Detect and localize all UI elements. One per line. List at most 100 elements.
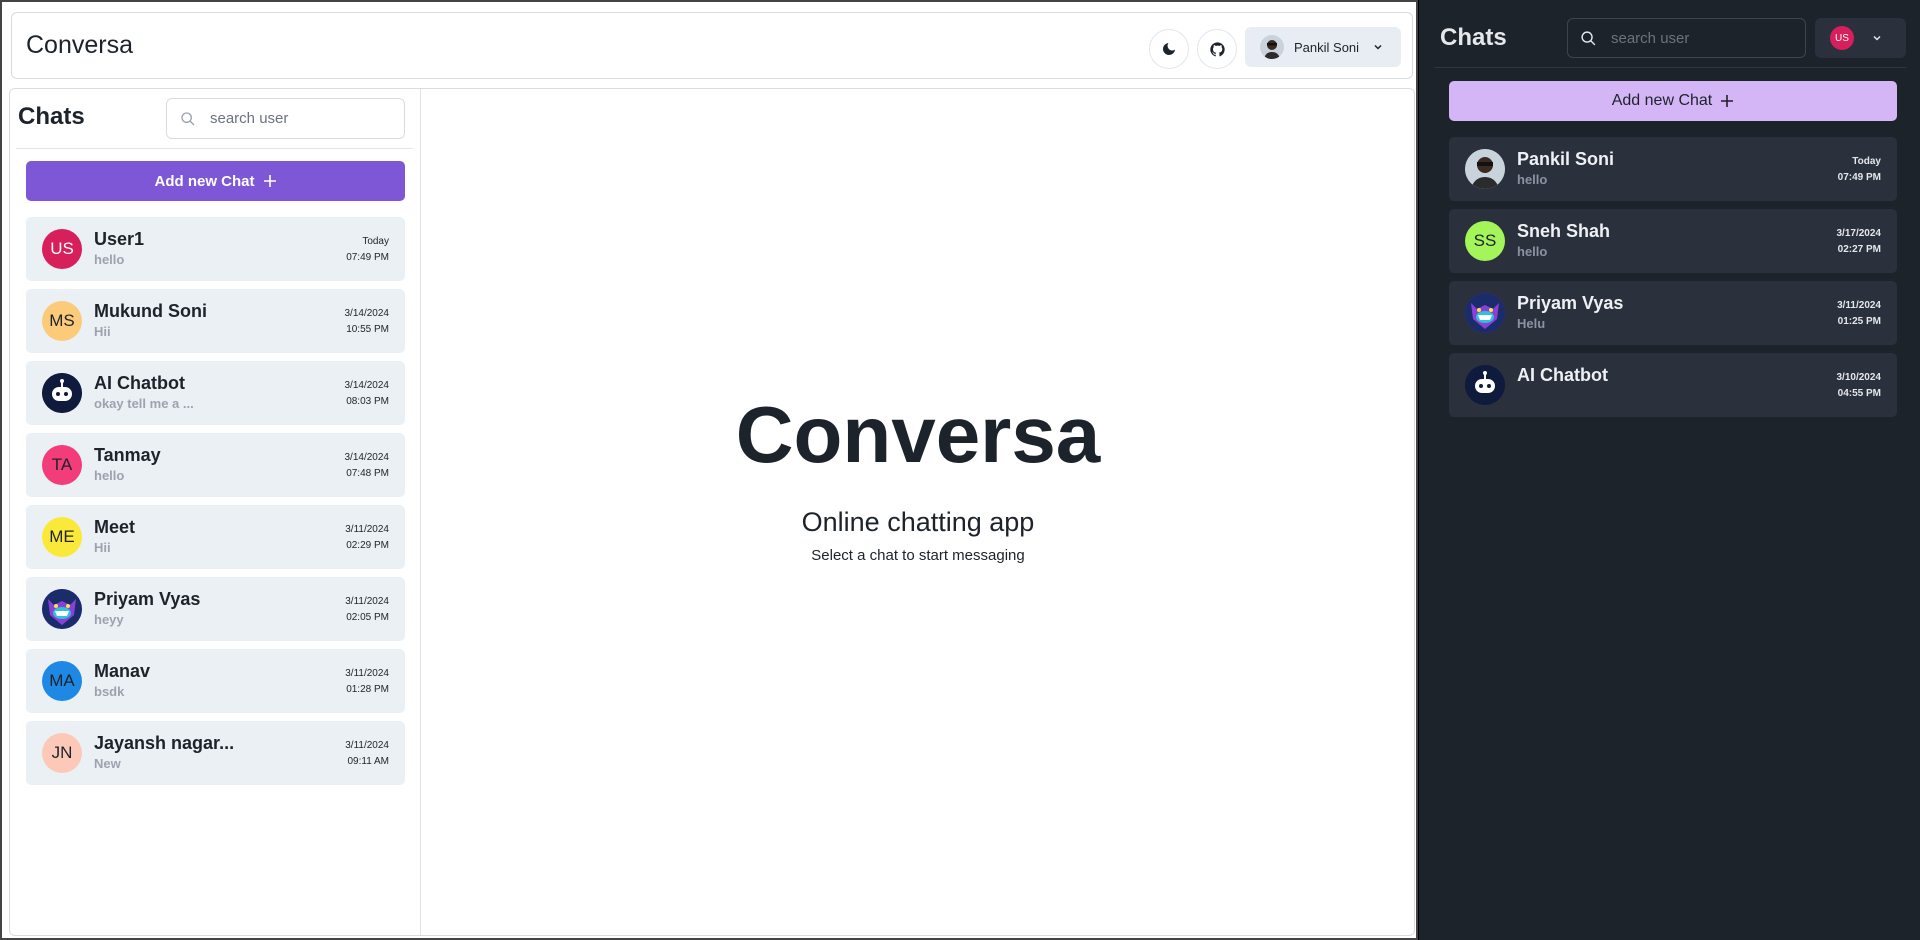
chat-last-message: Hii [94,324,111,339]
chat-name: Priyam Vyas [1517,293,1624,313]
welcome-hint: Select a chat to start messaging [811,547,1025,564]
chat-time: 07:48 PM [346,468,389,479]
chat-time: 02:27 PM [1837,244,1881,255]
dark-chat-item[interactable]: Pankil Soni hello Today 07:49 PM [1449,137,1897,201]
avatar: MA [42,661,82,701]
dark-chat-panel: Chats US Add new Chat Pankil Soni hello To… [1418,0,1920,940]
chat-time: 04:55 PM [1837,388,1881,399]
chat-name: Tanmay [94,445,161,465]
chat-date: 3/14/2024 [344,380,390,391]
search-box[interactable] [166,98,405,139]
chat-name: Mukund Soni [94,301,207,321]
avatar: SS [1465,221,1505,261]
dark-add-new-chat-button[interactable]: Add new Chat [1449,81,1897,121]
avatar: JN [42,733,82,773]
divider [16,148,413,149]
github-button[interactable] [1197,29,1237,69]
chevron-down-icon [1374,44,1382,50]
chat-item[interactable]: US User1 hello Today 07:49 PM [26,217,405,281]
plus-icon [1721,95,1734,107]
chat-last-message: heyy [94,612,124,627]
chat-last-message: hello [94,468,125,483]
chat-name: Priyam Vyas [94,589,201,609]
chat-last-message: hello [1517,172,1548,187]
chat-item[interactable]: MA Manav bsdk 3/11/2024 01:28 PM [26,649,405,713]
chat-name: Meet [94,517,136,537]
chat-date: 3/11/2024 [345,740,389,751]
avatar: US [1830,26,1854,50]
chat-name: AI Chatbot [1517,365,1608,385]
chat-date: Today [362,236,389,247]
chat-name: Pankil Soni [1517,149,1615,169]
chat-item[interactable]: TA Tanmay hello 3/14/2024 07:48 PM [26,433,405,497]
avatar [42,373,82,413]
chat-item[interactable]: MS Mukund Soni Hii 3/14/2024 10:55 PM [26,289,405,353]
chat-name: AI Chatbot [94,373,185,393]
chat-time: 08:03 PM [346,396,389,407]
theme-toggle-button[interactable] [1149,29,1189,69]
chat-time: 07:49 PM [1837,172,1881,183]
avatar: MS [42,301,82,341]
search-icon [1581,30,1596,45]
avatar [1465,149,1505,189]
dark-chat-item[interactable]: AI Chatbot 3/10/2024 04:55 PM [1449,353,1897,417]
chat-name: Sneh Shah [1517,221,1611,241]
avatar: US [42,229,82,269]
github-icon [1209,41,1225,56]
add-chat-label: Add new Chat [1611,92,1713,109]
chat-item[interactable]: JN Jayansh nagar... New 3/11/2024 09:11 AM [26,721,405,785]
chat-date: 3/11/2024 [1837,300,1881,311]
chat-last-message: Hii [94,540,111,555]
chat-sidebar: Chats Add new Chat US User1 hello Today 07:4… [10,89,421,935]
chat-date: 3/17/2024 [1836,228,1882,239]
chat-time: 01:28 PM [346,684,389,695]
chat-name: Manav [94,661,151,681]
chat-date: Today [1852,156,1881,167]
dark-search-input[interactable] [1611,29,1781,47]
chat-date: 3/14/2024 [344,452,390,463]
moon-icon [1163,43,1175,55]
sidebar-title: Chats [18,103,85,130]
chat-name: User1 [94,229,145,249]
chat-item[interactable]: ME Meet Hii 3/11/2024 02:29 PM [26,505,405,569]
dark-search-box[interactable] [1567,18,1806,58]
chat-time: 09:11 AM [347,756,389,767]
brand-title: Conversa [26,31,133,59]
welcome-panel: Conversa Online chatting app Select a ch… [422,89,1414,935]
dark-chat-item[interactable]: SS Sneh Shah hello 3/17/2024 02:27 PM [1449,209,1897,273]
light-app-window: Conversa Pankil Soni Chats Add new Chat [0,0,1418,940]
dark-chat-list: Pankil Soni hello Today 07:49 PM SS Sneh Shah… [1449,137,1897,425]
chat-date: 3/11/2024 [345,524,389,535]
search-input[interactable] [210,110,380,127]
chat-last-message: okay tell me a ... [94,396,194,411]
chat-time: 02:05 PM [346,612,389,623]
chat-date: 3/11/2024 [345,596,389,607]
avatar [42,589,82,629]
dark-chat-item[interactable]: Priyam Vyas Helu 3/11/2024 01:25 PM [1449,281,1897,345]
profile-dropdown-button[interactable]: Pankil Soni [1245,27,1401,67]
chat-last-message: hello [1517,244,1548,259]
chevron-down-icon [1873,35,1881,41]
avatar [1260,35,1284,59]
top-navbar: Conversa Pankil Soni [11,12,1413,79]
chat-item[interactable]: Priyam Vyas heyy 3/11/2024 02:05 PM [26,577,405,641]
chat-last-message: bsdk [94,684,125,699]
chat-name: Jayansh nagar... [94,733,235,753]
chat-last-message: Helu [1517,316,1546,331]
profile-name: Pankil Soni [1294,39,1360,55]
avatar [1465,365,1505,405]
search-icon [181,111,195,125]
avatar: ME [42,517,82,557]
main-content-frame: Chats Add new Chat US User1 hello Today 07:4… [9,88,1415,936]
plus-icon [263,175,276,187]
chat-time: 10:55 PM [346,324,389,335]
avatar: TA [42,445,82,485]
welcome-subtitle: Online chatting app [801,507,1035,537]
chat-last-message: hello [94,252,125,267]
chat-item[interactable]: AI Chatbot okay tell me a ... 3/14/2024 08:… [26,361,405,425]
divider [1434,67,1906,68]
add-chat-label: Add new Chat [154,172,255,190]
add-new-chat-button[interactable]: Add new Chat [26,161,405,201]
chat-list: US User1 hello Today 07:49 PM MS Mukund Soni Hi… [26,217,405,793]
dark-profile-dropdown-button[interactable]: US [1815,18,1906,58]
